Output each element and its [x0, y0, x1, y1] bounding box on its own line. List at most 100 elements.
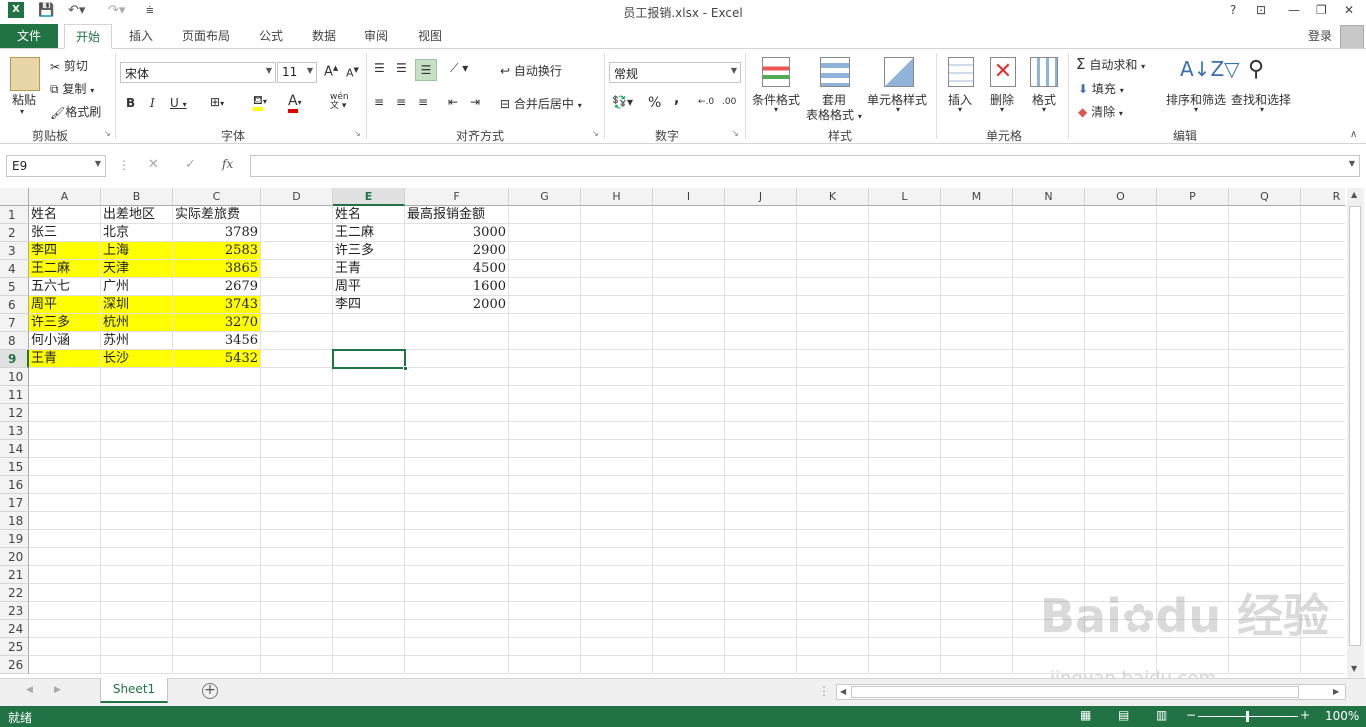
cell-g9[interactable] — [509, 350, 581, 368]
scroll-up-icon[interactable]: ▲ — [1351, 190, 1357, 199]
cell-p17[interactable] — [1157, 494, 1229, 512]
column-header-j[interactable]: J — [725, 188, 797, 206]
cell-n10[interactable] — [1013, 368, 1085, 386]
cell-g17[interactable] — [509, 494, 581, 512]
cell-i15[interactable] — [653, 458, 725, 476]
cell-k23[interactable] — [797, 602, 869, 620]
cell-j4[interactable] — [725, 260, 797, 278]
cell-m4[interactable] — [941, 260, 1013, 278]
cell-a24[interactable] — [29, 620, 101, 638]
cell-d4[interactable] — [261, 260, 333, 278]
cell-k19[interactable] — [797, 530, 869, 548]
cell-c9[interactable]: 5432 — [173, 350, 261, 368]
cell-o9[interactable] — [1085, 350, 1157, 368]
accounting-format-icon[interactable]: 💱▾ — [612, 95, 633, 109]
cell-j14[interactable] — [725, 440, 797, 458]
cell-i20[interactable] — [653, 548, 725, 566]
cell-c6[interactable]: 3743 — [173, 296, 261, 314]
cell-q14[interactable] — [1229, 440, 1301, 458]
cell-c12[interactable] — [173, 404, 261, 422]
row-header-21[interactable]: 21 — [0, 566, 29, 584]
column-header-d[interactable]: D — [261, 188, 333, 206]
cell-n20[interactable] — [1013, 548, 1085, 566]
cell-f10[interactable] — [405, 368, 509, 386]
cell-a19[interactable] — [29, 530, 101, 548]
cell-m10[interactable] — [941, 368, 1013, 386]
cell-m18[interactable] — [941, 512, 1013, 530]
cell-h13[interactable] — [581, 422, 653, 440]
cell-e26[interactable] — [333, 656, 405, 674]
cell-l20[interactable] — [869, 548, 941, 566]
cell-h21[interactable] — [581, 566, 653, 584]
cell-o19[interactable] — [1085, 530, 1157, 548]
cell-f9[interactable] — [405, 350, 509, 368]
align-bottom-icon[interactable]: ☰ — [415, 59, 437, 81]
paste-dropdown-icon[interactable]: ▾ — [20, 107, 24, 116]
cell-d26[interactable] — [261, 656, 333, 674]
cell-o13[interactable] — [1085, 422, 1157, 440]
cell-r9[interactable] — [1301, 350, 1345, 368]
column-header-m[interactable]: M — [941, 188, 1013, 206]
cell-o15[interactable] — [1085, 458, 1157, 476]
cell-n17[interactable] — [1013, 494, 1085, 512]
format-cells-icon[interactable] — [1030, 57, 1058, 87]
cell-h11[interactable] — [581, 386, 653, 404]
cell-f15[interactable] — [405, 458, 509, 476]
cell-f23[interactable] — [405, 602, 509, 620]
normal-view-icon[interactable]: ▦ — [1080, 708, 1091, 722]
cell-p2[interactable] — [1157, 224, 1229, 242]
cell-c3[interactable]: 2583 — [173, 242, 261, 260]
cell-p9[interactable] — [1157, 350, 1229, 368]
cell-r13[interactable] — [1301, 422, 1345, 440]
cell-b14[interactable] — [101, 440, 173, 458]
cell-n2[interactable] — [1013, 224, 1085, 242]
cell-i23[interactable] — [653, 602, 725, 620]
decrease-decimal-button[interactable]: .00 — [722, 97, 736, 107]
cell-o18[interactable] — [1085, 512, 1157, 530]
cell-j16[interactable] — [725, 476, 797, 494]
cell-b3[interactable]: 上海 — [101, 242, 173, 260]
cell-b12[interactable] — [101, 404, 173, 422]
split-handle-icon[interactable]: ⋮ — [818, 684, 830, 698]
cell-j26[interactable] — [725, 656, 797, 674]
conditional-format-icon[interactable] — [762, 57, 790, 87]
cell-g18[interactable] — [509, 512, 581, 530]
paste-button[interactable]: 粘贴 — [12, 91, 36, 108]
cell-a2[interactable]: 张三 — [29, 224, 101, 242]
next-sheet-icon[interactable]: ▶ — [54, 685, 61, 695]
cell-h7[interactable] — [581, 314, 653, 332]
cell-l25[interactable] — [869, 638, 941, 656]
cell-d18[interactable] — [261, 512, 333, 530]
cell-k5[interactable] — [797, 278, 869, 296]
cell-i10[interactable] — [653, 368, 725, 386]
cell-q5[interactable] — [1229, 278, 1301, 296]
tab-data[interactable]: 数据 — [302, 24, 346, 49]
cell-e10[interactable] — [333, 368, 405, 386]
italic-button[interactable]: I — [150, 96, 155, 110]
cell-d20[interactable] — [261, 548, 333, 566]
cell-h16[interactable] — [581, 476, 653, 494]
cell-d23[interactable] — [261, 602, 333, 620]
cell-d1[interactable] — [261, 206, 333, 224]
row-header-1[interactable]: 1 — [0, 206, 29, 224]
cell-a9[interactable]: 王青 — [29, 350, 101, 368]
cell-e16[interactable] — [333, 476, 405, 494]
chevron-down-icon[interactable]: ▾ — [1194, 105, 1198, 114]
vertical-scroll-thumb[interactable] — [1349, 206, 1361, 646]
cell-m23[interactable] — [941, 602, 1013, 620]
cell-k10[interactable] — [797, 368, 869, 386]
cell-m21[interactable] — [941, 566, 1013, 584]
cell-e19[interactable] — [333, 530, 405, 548]
cell-q9[interactable] — [1229, 350, 1301, 368]
cell-k11[interactable] — [797, 386, 869, 404]
cell-r3[interactable] — [1301, 242, 1345, 260]
cell-n11[interactable] — [1013, 386, 1085, 404]
tab-review[interactable]: 审阅 — [354, 24, 398, 49]
cell-c22[interactable] — [173, 584, 261, 602]
cell-o3[interactable] — [1085, 242, 1157, 260]
cell-m24[interactable] — [941, 620, 1013, 638]
font-color-button[interactable]: A▾ — [288, 93, 302, 113]
align-left-icon[interactable]: ≡ — [374, 95, 384, 109]
cell-a3[interactable]: 李四 — [29, 242, 101, 260]
cell-p19[interactable] — [1157, 530, 1229, 548]
